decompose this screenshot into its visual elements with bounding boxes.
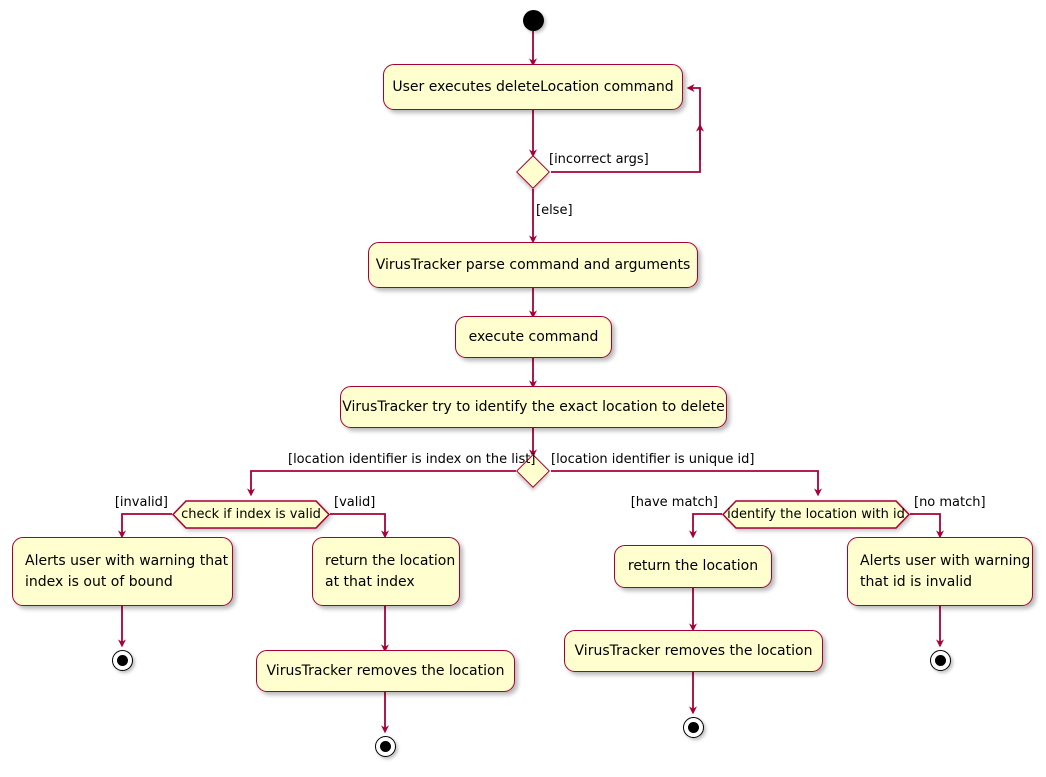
activity-alert-index-out-of-bound[interactable]: Alerts user with warning that index is o… [12,537,233,606]
decision-check-index-valid-label: check if index is valid [181,507,321,522]
decision-incorrect-args[interactable] [516,155,550,189]
edge-label-incorrect-args: [incorrect args] [549,152,649,167]
edge-label-identifier-unique-id: [location identifier is unique id] [551,452,755,467]
activity-execute-command[interactable]: execute command [455,316,612,358]
edge-label-invalid: [invalid] [114,495,168,510]
start-node [523,10,544,31]
activity-identify-location[interactable]: VirusTracker try to identify the exact l… [340,386,727,428]
activity-parse-command[interactable]: VirusTracker parse command and arguments [368,242,698,288]
decision-identify-location-with-id-label: identify the location with id [727,507,905,522]
edge-label-have-match: [have match] [630,495,718,510]
activity-diagram-canvas: User executes deleteLocation command [in… [0,0,1046,777]
end-node-id-invalid [930,650,951,671]
activity-removes-location-right[interactable]: VirusTracker removes the location [564,630,823,672]
decision-identify-location-with-id[interactable]: identify the location with id [721,500,911,529]
activity-user-executes[interactable]: User executes deleteLocation command [383,64,683,110]
edge-label-identifier-index: [location identifier is index on the lis… [288,452,536,467]
edge-label-valid: [valid] [334,495,376,510]
end-node-index-removed [375,736,396,757]
decision-check-index-valid[interactable]: check if index is valid [171,500,331,529]
end-node-id-removed [683,717,704,738]
activity-alert-id-invalid[interactable]: Alerts user with warning that id is inva… [847,537,1033,606]
activity-removes-location-left[interactable]: VirusTracker removes the location [256,650,515,692]
end-node-index-invalid [112,650,133,671]
activity-return-location-at-index[interactable]: return the location at that index [312,537,460,606]
edge-label-else: [else] [536,203,573,218]
activity-return-location[interactable]: return the location [614,545,772,588]
edge-label-no-match: [no match] [914,495,986,510]
